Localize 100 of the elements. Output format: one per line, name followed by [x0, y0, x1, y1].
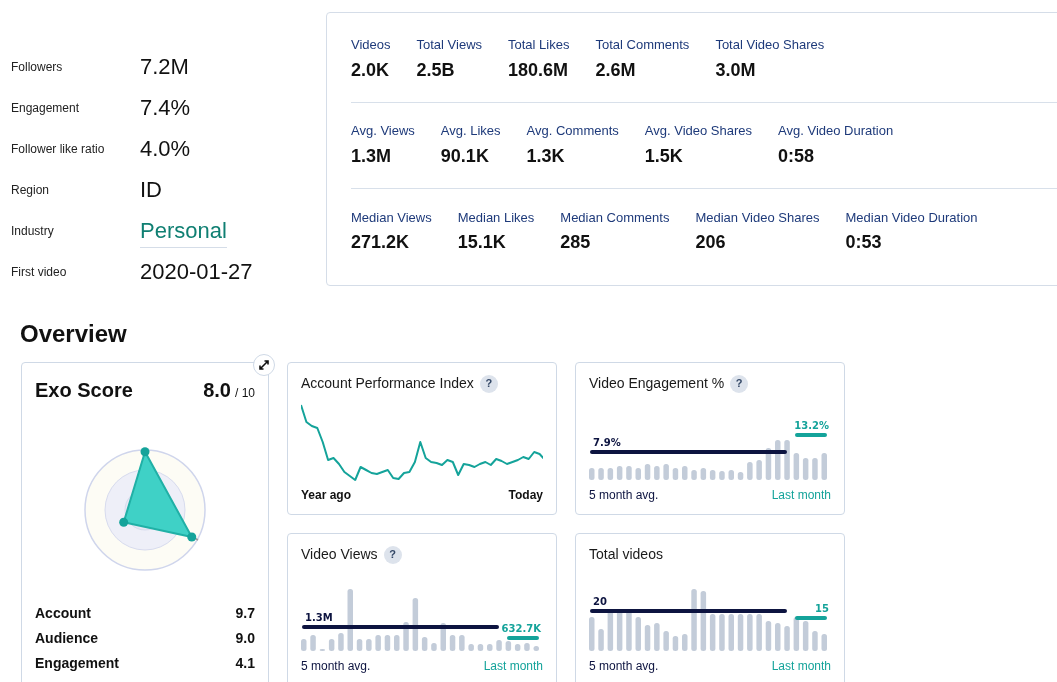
- stat-value: 2.6M: [595, 58, 637, 82]
- card-title: Account Performance Index: [301, 374, 474, 393]
- stat-value: 271.2K: [351, 231, 411, 255]
- last-month-line: [507, 636, 539, 640]
- bar: [812, 631, 818, 651]
- bar: [394, 635, 400, 651]
- profile-value: 7.2M: [140, 53, 189, 81]
- last-month-label: Last month: [771, 487, 831, 504]
- help-icon[interactable]: ?: [479, 374, 498, 393]
- stat-value: 15.1K: [457, 231, 507, 255]
- bar: [347, 589, 353, 651]
- bar: [793, 453, 800, 480]
- expand-icon: [258, 359, 270, 371]
- bar: [765, 448, 772, 480]
- axis-label: Year ago: [301, 487, 352, 504]
- bar: [607, 611, 614, 651]
- stat-label: Total Likes: [508, 36, 570, 55]
- section-title: Overview: [19, 319, 128, 349]
- stat-label: Median Likes: [457, 208, 535, 227]
- profile-label: First video: [11, 263, 68, 281]
- stat-label: Avg. Likes: [440, 122, 501, 141]
- bar: [654, 623, 660, 651]
- bar: [505, 641, 512, 651]
- bar: [431, 643, 437, 651]
- last-month-line: [795, 433, 827, 437]
- profile-value: 7.4%: [140, 94, 191, 122]
- stat-value: 2.5B: [416, 58, 456, 82]
- industry-link[interactable]: Personal: [140, 213, 227, 248]
- avg-label: 5 month avg.: [589, 487, 659, 504]
- score-label: Account: [35, 604, 91, 623]
- avg-value: 20: [593, 595, 607, 609]
- bar: [459, 635, 465, 651]
- bar: [310, 635, 316, 651]
- bar: [747, 614, 753, 651]
- bar: [691, 589, 697, 651]
- bar: [812, 458, 818, 480]
- axis-label: Today: [508, 487, 543, 504]
- bar: [654, 466, 660, 480]
- last-month-label: Last month: [771, 658, 831, 675]
- last-month-value: 15: [815, 602, 829, 616]
- bar: [598, 468, 604, 480]
- stat-label: Avg. Video Duration: [778, 122, 894, 141]
- bar: [589, 617, 595, 651]
- stat-label: Videos: [351, 36, 391, 55]
- bar: [775, 440, 781, 480]
- bar: [477, 644, 484, 651]
- help-icon[interactable]: ?: [730, 374, 749, 393]
- bar: [338, 633, 344, 651]
- stat-value: 2.0K: [351, 58, 391, 82]
- score-part-value: 4.1: [235, 654, 255, 673]
- bar: [737, 472, 744, 480]
- help-icon[interactable]: ?: [383, 545, 402, 564]
- profile-label: Followers: [11, 58, 64, 76]
- bar: [784, 626, 790, 651]
- bar: [719, 614, 725, 651]
- bar: [821, 634, 827, 651]
- bar: [672, 636, 679, 651]
- bar: [533, 646, 539, 651]
- bar: [375, 635, 381, 651]
- stat-label: Avg. Video Shares: [644, 122, 753, 141]
- expand-button[interactable]: [253, 354, 275, 376]
- stat-value: 1.5K: [644, 144, 684, 168]
- bar: [635, 468, 641, 480]
- bar: [700, 591, 707, 651]
- last-month-value: 632.7K: [501, 622, 541, 636]
- stat-label: Median Views: [351, 208, 432, 227]
- bar: [802, 621, 809, 651]
- score-part-value: 9.0: [235, 629, 255, 648]
- profile-label: Engagement: [11, 99, 81, 117]
- bar: [747, 462, 753, 480]
- stat-value: 206: [695, 231, 727, 255]
- stat-value: 0:53: [845, 231, 883, 255]
- bar: [793, 617, 800, 651]
- bar: [616, 611, 623, 651]
- score-point: [119, 517, 129, 527]
- bar: [589, 468, 595, 480]
- bar: [663, 631, 669, 651]
- avg-label: 5 month avg.: [589, 658, 659, 675]
- bar: [775, 623, 781, 651]
- score-point: [140, 447, 150, 457]
- stat-label: Total Comments: [595, 36, 690, 55]
- bar: [421, 637, 428, 651]
- bar: [635, 617, 641, 651]
- bar: [709, 470, 716, 480]
- stat-label: Median Video Duration: [845, 208, 978, 227]
- profile-value: 4.0%: [140, 135, 191, 163]
- bar: [449, 635, 456, 651]
- stat-value: 1.3M: [351, 144, 393, 168]
- bar: [700, 468, 707, 480]
- avg-value: 1.3M: [305, 611, 333, 625]
- avg-value: 7.9%: [593, 436, 621, 450]
- bar: [626, 611, 632, 651]
- profile-label: Follower like ratio: [11, 140, 106, 158]
- bar: [672, 468, 679, 480]
- bar: [524, 643, 530, 651]
- bar: [487, 644, 493, 651]
- stat-value: 0:58: [778, 144, 816, 168]
- last-month-line: [795, 616, 827, 620]
- last-month-value: 13.2%: [794, 419, 829, 433]
- bar: [682, 466, 688, 480]
